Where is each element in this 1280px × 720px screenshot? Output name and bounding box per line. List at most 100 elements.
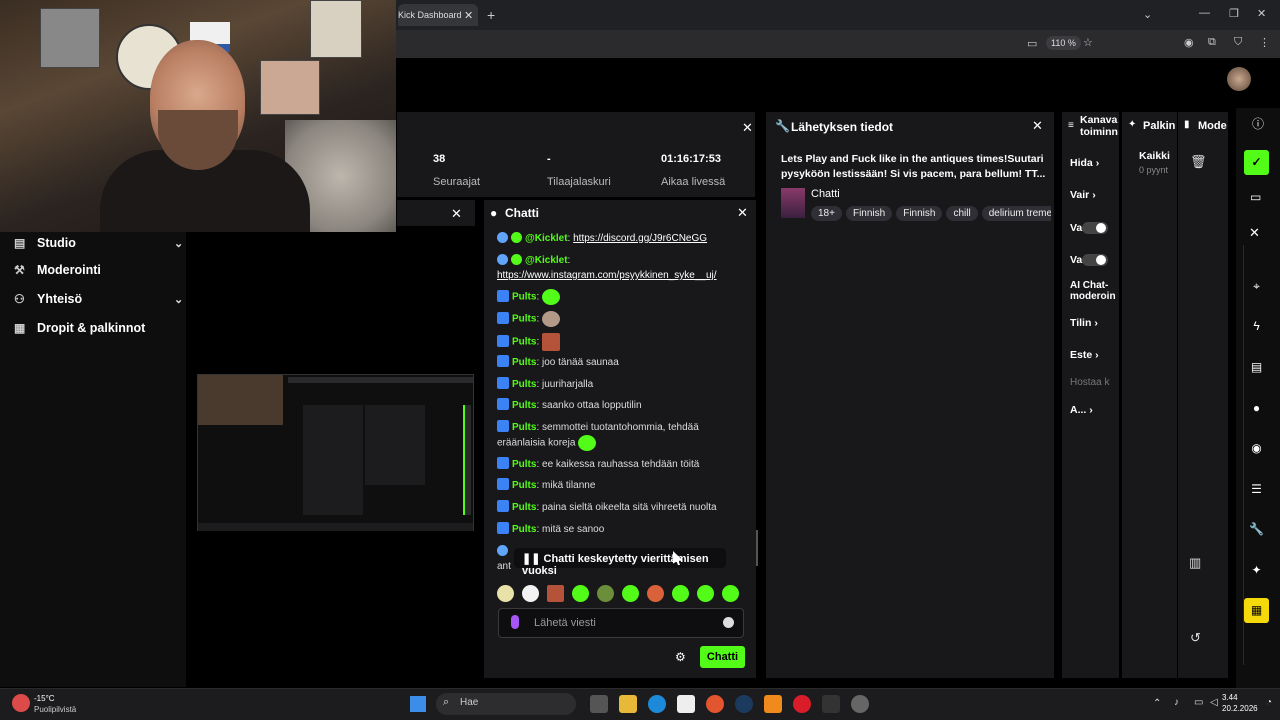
- chat-username[interactable]: @Kicklet: [525, 233, 568, 244]
- check-icon[interactable]: ✓: [1244, 150, 1269, 175]
- nav-item-studio[interactable]: ▤ Studio ⌄: [14, 232, 183, 254]
- layout-icon[interactable]: ▭: [1250, 190, 1261, 204]
- kanava-item[interactable]: Tilin ›: [1070, 317, 1098, 329]
- minimize-icon[interactable]: —: [1199, 7, 1210, 19]
- clock-time[interactable]: 3.44: [1222, 693, 1238, 702]
- windows-start-icon[interactable]: [410, 696, 426, 712]
- edge-icon[interactable]: [648, 695, 666, 713]
- kanava-item[interactable]: Hida ›: [1070, 157, 1099, 169]
- clock-date[interactable]: 20.2.2026: [1222, 704, 1258, 713]
- user-avatar[interactable]: [1227, 67, 1251, 91]
- chat-username[interactable]: @Kicklet: [525, 255, 568, 266]
- document-icon[interactable]: ▤: [1244, 355, 1269, 380]
- chevron-down-icon[interactable]: ⌄: [174, 293, 183, 306]
- task-view-icon[interactable]: [590, 695, 608, 713]
- toggle-switch[interactable]: [1082, 222, 1108, 234]
- firefox-icon[interactable]: [706, 695, 724, 713]
- settings-icon[interactable]: [851, 695, 869, 713]
- clapperboard-icon[interactable]: ▦: [1244, 598, 1269, 623]
- rewards-filter[interactable]: Kaikki: [1139, 150, 1170, 162]
- emote-icon[interactable]: [697, 585, 714, 602]
- stats-chart-icon[interactable]: ▥: [1189, 555, 1201, 571]
- close-panel-icon[interactable]: ✕: [1032, 118, 1043, 134]
- screenshot-icon[interactable]: ⌖: [1244, 274, 1269, 299]
- close-panel-icon[interactable]: ✕: [742, 120, 753, 136]
- chat-username[interactable]: Pults: [512, 337, 536, 348]
- display-tray-icon[interactable]: ▭: [1194, 697, 1203, 708]
- chat-link[interactable]: https://www.instagram.com/psyykkinen_syk…: [497, 270, 717, 281]
- chat-message-input[interactable]: Lähetä viesti: [498, 608, 744, 638]
- broadcast-icon[interactable]: ◉: [1244, 436, 1269, 461]
- chat-username[interactable]: Pults: [512, 502, 536, 513]
- category-name[interactable]: Chatti: [811, 188, 840, 200]
- chat-link[interactable]: https://discord.gg/J9r6CNeGG: [573, 233, 707, 244]
- maximize-icon[interactable]: ❐: [1229, 7, 1239, 20]
- chat-bubble-icon[interactable]: ●: [1244, 396, 1269, 421]
- wrench-icon[interactable]: 🔧: [1244, 517, 1269, 542]
- undo-icon[interactable]: ↺: [1190, 630, 1201, 646]
- chat-username[interactable]: Pults: [512, 292, 536, 303]
- emote-icon[interactable]: [672, 585, 689, 602]
- terminal-icon[interactable]: [822, 695, 840, 713]
- chat-username[interactable]: Pults: [512, 459, 536, 470]
- emote-icon[interactable]: [572, 585, 589, 602]
- emote-icon[interactable]: [497, 585, 514, 602]
- emote-icon[interactable]: [522, 585, 539, 602]
- emote-icon[interactable]: [622, 585, 639, 602]
- vlc-icon[interactable]: [764, 695, 782, 713]
- emote-icon[interactable]: [597, 585, 614, 602]
- info-icon[interactable]: ⓘ: [1252, 115, 1264, 132]
- emoji-picker-icon[interactable]: [723, 617, 734, 628]
- toggle-switch[interactable]: [1082, 254, 1108, 266]
- chevron-down-icon[interactable]: ⌄: [174, 237, 183, 250]
- close-panel-icon[interactable]: ✕: [737, 205, 748, 221]
- list-icon[interactable]: ☰: [1244, 477, 1269, 502]
- chat-username[interactable]: Pults: [512, 480, 536, 491]
- tab-list-icon[interactable]: ⌄: [1143, 8, 1152, 21]
- kanava-item[interactable]: A... ›: [1070, 404, 1093, 416]
- chat-settings-gear-icon[interactable]: ⚙: [675, 650, 686, 664]
- taskbar-search[interactable]: ⌕ Hae: [436, 693, 576, 715]
- microphone-icon[interactable]: [511, 615, 519, 629]
- emote-icon[interactable]: [647, 585, 664, 602]
- send-chat-button[interactable]: Chatti: [700, 646, 745, 668]
- chat-paused-notice[interactable]: ❚❚ Chatti keskeytetty vierittämisen vuok…: [514, 548, 726, 577]
- emote-icon[interactable]: [722, 585, 739, 602]
- close-tab-icon[interactable]: ✕: [464, 9, 473, 22]
- chat-username[interactable]: Pults: [512, 379, 536, 390]
- new-tab-icon[interactable]: +: [487, 7, 495, 23]
- reward-icon[interactable]: ✦: [1244, 558, 1269, 583]
- chat-username[interactable]: Pults: [512, 524, 536, 535]
- steam-icon[interactable]: [735, 695, 753, 713]
- browser-tab[interactable]: Kick Dashboard ✕: [398, 4, 478, 26]
- kanava-item[interactable]: AI Chat-moderoin: [1070, 280, 1119, 302]
- emote-icon[interactable]: [547, 585, 564, 602]
- chat-username[interactable]: Pults: [512, 400, 536, 411]
- close-panel-icon[interactable]: ✕: [451, 206, 462, 222]
- kanava-item[interactable]: Este ›: [1070, 349, 1099, 361]
- chat-username[interactable]: Pults: [512, 314, 536, 325]
- volume-tray-icon[interactable]: ◁: [1210, 697, 1218, 708]
- menu-icon[interactable]: ⋮: [1259, 36, 1270, 49]
- store-icon[interactable]: [677, 695, 695, 713]
- chat-scrollbar[interactable]: [756, 530, 758, 566]
- lightning-icon[interactable]: ϟ: [1244, 314, 1269, 339]
- cast-icon[interactable]: ▭: [1027, 37, 1037, 50]
- bookmark-star-icon[interactable]: ☆: [1083, 36, 1093, 49]
- extensions-icon[interactable]: ⧉: [1208, 36, 1216, 49]
- zoom-indicator[interactable]: 110 %: [1046, 36, 1081, 50]
- trash-icon[interactable]: 🗑: [1190, 154, 1207, 170]
- chat-username[interactable]: Pults: [512, 357, 536, 368]
- close-window-icon[interactable]: ✕: [1257, 7, 1266, 20]
- chat-username[interactable]: Pults: [512, 422, 536, 433]
- microphone-tray-icon[interactable]: ♪: [1174, 697, 1179, 708]
- file-explorer-icon[interactable]: [619, 695, 637, 713]
- kanava-item[interactable]: Vair ›: [1070, 189, 1096, 201]
- weather-temp[interactable]: -15°C: [34, 694, 55, 703]
- opera-icon[interactable]: [793, 695, 811, 713]
- nav-item-community[interactable]: ⚇ Yhteisö ⌄: [14, 288, 183, 310]
- notification-bell-icon[interactable]: ◔: [1266, 697, 1272, 708]
- profile-icon[interactable]: ◉: [1184, 36, 1194, 49]
- close-icon[interactable]: ✕: [1249, 225, 1260, 241]
- tray-chevron-up-icon[interactable]: ⌃: [1153, 698, 1161, 709]
